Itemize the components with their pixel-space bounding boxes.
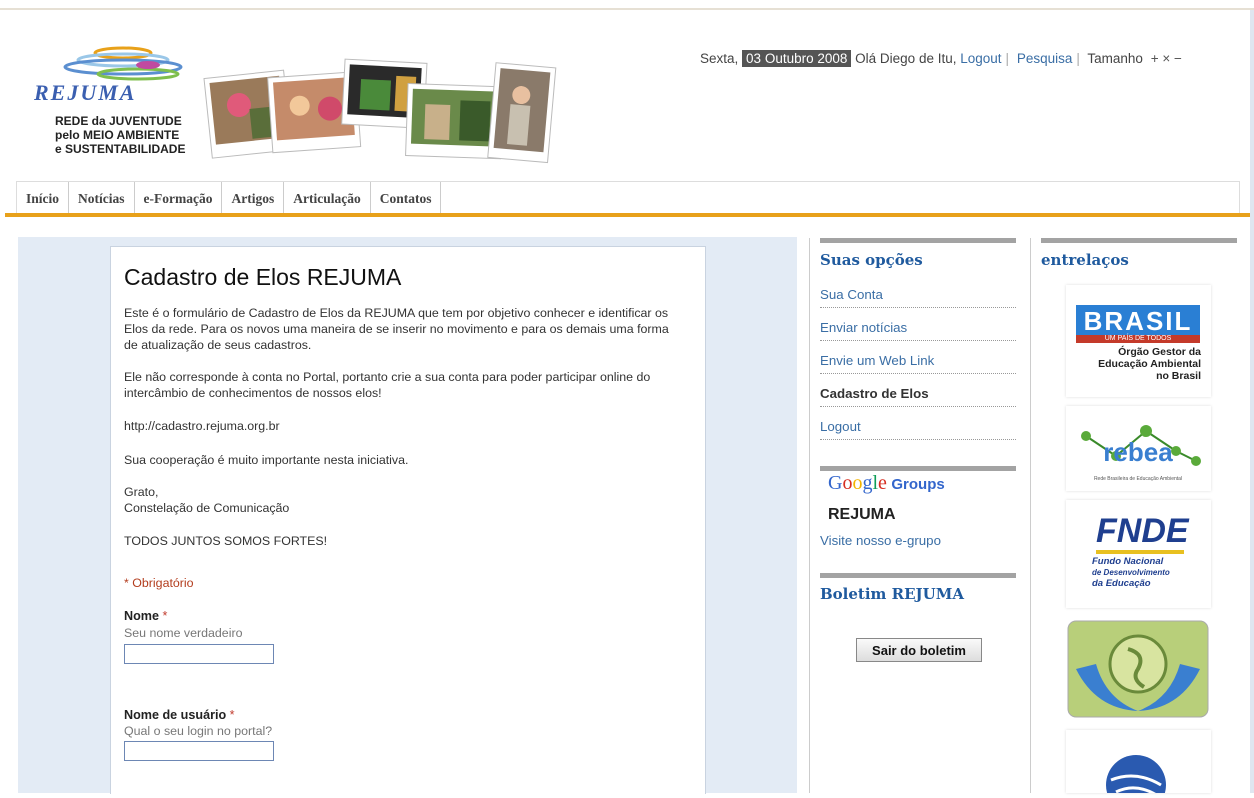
- rebea-subtitle: Rede Brasileira de Educação Ambiental: [1094, 476, 1182, 482]
- boletim-title: Boletim REJUMA: [820, 585, 964, 603]
- signature-name: Constelação de Comunicação: [124, 501, 290, 515]
- partner-globe-logo[interactable]: [1066, 730, 1211, 798]
- username-help: Qual o seu login no portal?: [124, 724, 273, 738]
- search-link[interactable]: Pesquisa: [1017, 51, 1073, 66]
- signature-thanks: Grato,: [124, 485, 159, 499]
- motto-text: TODOS JUNTOS SOMOS FORTES!: [124, 534, 328, 548]
- rejuma-logo[interactable]: REJUMA REDE da JUVENTUDE pelo MEIO AMBIE…: [28, 45, 198, 165]
- day-label: Sexta,: [700, 51, 739, 66]
- fnde-caption-line: de Desenvolvimento: [1092, 568, 1170, 577]
- font-size-label: Tamanho: [1087, 51, 1143, 66]
- brasil-caption-line: no Brasil: [1156, 370, 1201, 382]
- article-panel: Cadastro de Elos REJUMA Este é o formulá…: [110, 246, 706, 794]
- group-link[interactable]: Visite nosso e-grupo: [820, 533, 941, 548]
- options-sidebar: Suas opções Sua Conta Enviar notícias En…: [820, 238, 1016, 793]
- partner-rebea-logo[interactable]: rebea Rede Brasileira de Educação Ambien…: [1066, 406, 1211, 491]
- required-note: * Obrigatório: [124, 576, 194, 590]
- google-groups-logo[interactable]: Google Groups: [828, 472, 945, 495]
- rebea-wordmark: rebea: [1103, 437, 1173, 467]
- fnde-caption-line: Fundo Nacional: [1092, 556, 1164, 567]
- column-divider: [1030, 238, 1031, 793]
- username-label-text: Nome de usuário: [124, 708, 227, 722]
- section-bar: [820, 238, 1016, 243]
- username-label: Nome de usuário *: [124, 708, 235, 722]
- logo-line: e SUSTENTABILIDADE: [55, 142, 186, 156]
- fnde-wordmark: FNDE: [1096, 512, 1189, 550]
- section-bar: [820, 573, 1016, 578]
- brasil-caption-line: Órgão Gestor da: [1118, 346, 1201, 358]
- main-nav: Início Notícias e-Formação Artigos Artic…: [16, 181, 1240, 214]
- option-cadastro-elos[interactable]: Cadastro de Elos: [820, 386, 1016, 407]
- nav-item-contatos[interactable]: Contatos: [371, 182, 442, 214]
- url-text: http://cadastro.rejuma.org.br: [124, 419, 280, 433]
- logout-link[interactable]: Logout: [960, 51, 1001, 66]
- logo-line: pelo MEIO AMBIENTE: [55, 128, 180, 142]
- top-border: [0, 8, 1254, 10]
- greeting-text: Olá Diego de Itu,: [855, 51, 957, 66]
- hands-globe-icon: [1067, 620, 1209, 718]
- required-star: *: [229, 708, 235, 722]
- nav-item-inicio[interactable]: Início: [17, 182, 70, 214]
- partner-fnde-logo[interactable]: FNDE Fundo Nacional de Desenvolvimento d…: [1066, 500, 1211, 608]
- cooperation-text: Sua cooperação é muito importante nesta …: [124, 453, 409, 467]
- divider: |: [1005, 51, 1010, 66]
- logo-tagline: REDE da JUVENTUDE pelo MEIO AMBIENTE e S…: [55, 114, 185, 156]
- rebea-network-icon: rebea Rede Brasileira de Educação Ambien…: [1081, 425, 1201, 482]
- required-star: *: [162, 609, 168, 623]
- partner-brasil-logo[interactable]: BRASIL UM PAÍS DE TODOS Órgão Gestor da …: [1066, 285, 1211, 397]
- nav-item-eformacao[interactable]: e-Formação: [135, 182, 223, 214]
- nav-accent-bar: [5, 213, 1250, 217]
- page-title: Cadastro de Elos REJUMA: [124, 264, 402, 290]
- section-bar: [820, 466, 1016, 471]
- fnde-caption: Fundo Nacional de Desenvolvimento da Edu…: [1092, 556, 1170, 589]
- photo-collage: [203, 58, 557, 164]
- window-edge: [1250, 10, 1254, 793]
- brasil-caption-line: Educação Ambiental: [1098, 358, 1201, 370]
- globe-icon: [1106, 755, 1166, 798]
- google-wordmark: Google: [828, 472, 887, 494]
- brasil-caption: Órgão Gestor da Educação Ambiental no Br…: [1098, 346, 1201, 382]
- name-help: Seu nome verdadeiro: [124, 626, 243, 640]
- fnde-underline: [1096, 550, 1184, 554]
- section-bar: [1041, 238, 1237, 243]
- brasil-tagline: UM PAÍS DE TODOS: [1076, 335, 1200, 343]
- nav-item-noticias[interactable]: Notícias: [69, 182, 135, 214]
- partner-environment-logo[interactable]: [1066, 619, 1211, 719]
- font-size-controls[interactable]: + × −: [1151, 51, 1182, 66]
- partners-title: entrelaços: [1041, 251, 1129, 269]
- groups-wordmark: Groups: [891, 476, 945, 493]
- option-sua-conta[interactable]: Sua Conta: [820, 287, 1016, 308]
- brasil-wordmark: BRASIL: [1076, 305, 1200, 337]
- name-label: Nome *: [124, 609, 167, 623]
- partners-header: entrelaços: [1041, 238, 1237, 278]
- date-badge: 03 Outubro 2008: [742, 50, 852, 67]
- user-toolbar: Sexta, 03 Outubro 2008 Olá Diego de Itu,…: [700, 50, 1182, 67]
- intro-paragraph: Este é o formulário de Cadastro de Elos …: [124, 306, 669, 352]
- username-input[interactable]: [124, 741, 274, 761]
- account-paragraph: Ele não corresponde à conta no Portal, p…: [124, 370, 651, 400]
- name-label-text: Nome: [124, 609, 159, 623]
- logo-waves-icon: [63, 46, 183, 81]
- nav-item-articulacao[interactable]: Articulação: [284, 182, 371, 214]
- column-divider: [809, 238, 810, 793]
- logo-wordmark: REJUMA: [34, 80, 137, 105]
- divider: |: [1076, 51, 1080, 66]
- option-enviar-noticias[interactable]: Enviar notícias: [820, 320, 1016, 341]
- option-logout[interactable]: Logout: [820, 419, 1016, 440]
- fnde-caption-line: da Educação: [1092, 578, 1151, 589]
- group-name: REJUMA: [828, 506, 896, 523]
- name-input[interactable]: [124, 644, 274, 664]
- nav-item-artigos[interactable]: Artigos: [222, 182, 285, 214]
- option-web-link[interactable]: Envie um Web Link: [820, 353, 1016, 374]
- logo-line: REDE da JUVENTUDE: [55, 114, 182, 128]
- options-title: Suas opções: [820, 251, 923, 269]
- unsubscribe-button[interactable]: Sair do boletim: [856, 638, 982, 662]
